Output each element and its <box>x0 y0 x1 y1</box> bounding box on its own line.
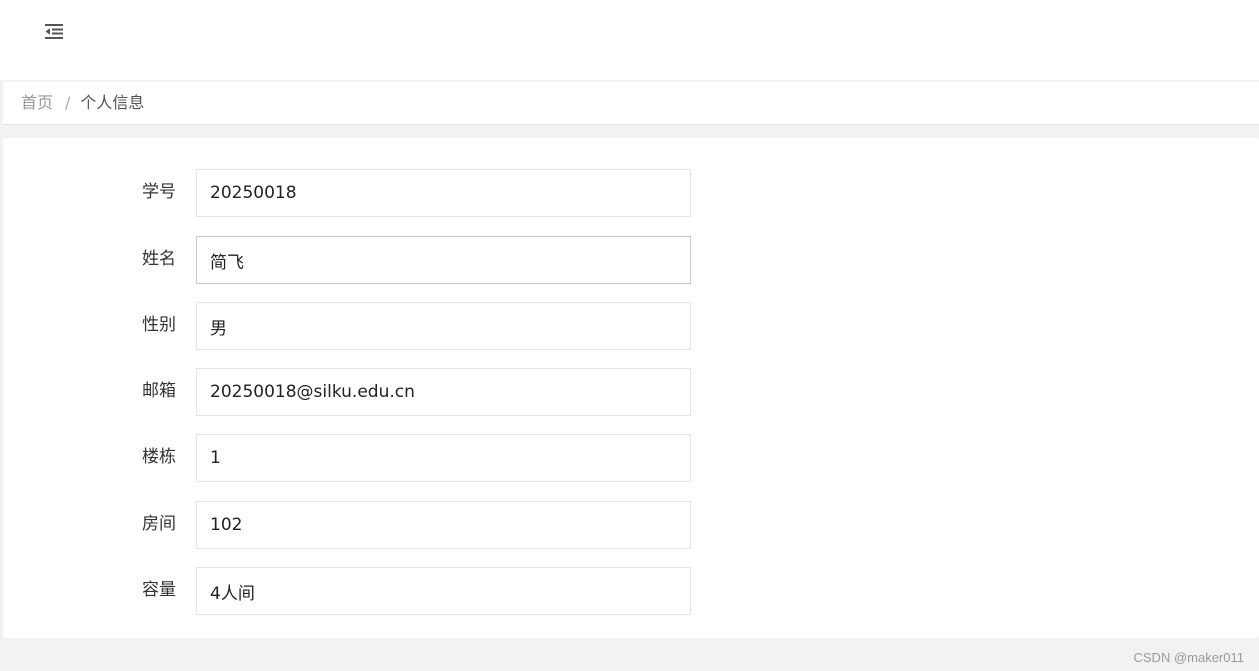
building-field[interactable] <box>196 434 691 482</box>
form-row-capacity: 容量 <box>3 567 703 615</box>
form-row-room: 房间 <box>3 501 703 549</box>
room-field[interactable] <box>196 501 691 549</box>
form-row-gender: 性别 <box>3 302 703 350</box>
menu-fold-icon[interactable] <box>43 20 65 42</box>
profile-form-card: 学号 姓名 性别 邮箱 楼栋 房间 容量 <box>3 138 1259 638</box>
capacity-label: 容量 <box>142 580 176 600</box>
student-id-field[interactable] <box>196 169 691 217</box>
capacity-field[interactable] <box>196 567 691 615</box>
breadcrumb-current: 个人信息 <box>80 93 145 112</box>
breadcrumb-separator: / <box>65 93 71 112</box>
watermark: CSDN @maker011 <box>1133 650 1245 665</box>
form-row-student-id: 学号 <box>3 169 703 217</box>
name-label: 姓名 <box>142 249 176 269</box>
breadcrumb-home-link[interactable]: 首页 <box>21 93 53 112</box>
name-field[interactable] <box>196 236 691 284</box>
gender-label: 性别 <box>142 315 176 335</box>
gender-field[interactable] <box>196 302 691 350</box>
building-label: 楼栋 <box>142 447 176 467</box>
top-header <box>0 0 1259 80</box>
breadcrumb-bar: 首页 / 个人信息 <box>3 82 1259 125</box>
email-label: 邮箱 <box>142 381 176 401</box>
form-row-email: 邮箱 <box>3 368 703 416</box>
breadcrumb: 首页 / 个人信息 <box>21 93 144 113</box>
room-label: 房间 <box>142 514 176 534</box>
form-row-building: 楼栋 <box>3 434 703 482</box>
email-field[interactable] <box>196 368 691 416</box>
form-row-name: 姓名 <box>3 236 703 284</box>
student-id-label: 学号 <box>142 182 176 202</box>
